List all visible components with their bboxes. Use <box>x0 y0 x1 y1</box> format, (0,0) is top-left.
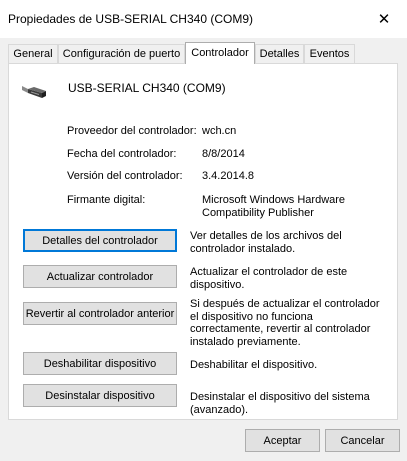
disable-device-description: Deshabilitar el dispositivo. <box>190 359 318 371</box>
version-label: Versión del controlador: <box>67 170 183 182</box>
accept-button[interactable]: Aceptar <box>245 429 320 452</box>
close-icon: ✕ <box>377 11 391 28</box>
title-bar: Propiedades de USB-SERIAL CH340 (COM9) ✕ <box>0 0 407 38</box>
device-name: USB-SERIAL CH340 (COM9) <box>68 81 226 95</box>
tab-general[interactable]: General <box>8 44 58 63</box>
provider-value: wch.cn <box>202 125 237 137</box>
tab-controlador[interactable]: Controlador <box>185 42 255 64</box>
close-button[interactable]: ✕ <box>361 0 407 38</box>
tab-eventos[interactable]: Eventos <box>304 44 355 63</box>
tab-detalles[interactable]: Detalles <box>255 44 304 63</box>
uninstall-device-button[interactable]: Desinstalar dispositivo <box>23 384 177 407</box>
date-label: Fecha del controlador: <box>67 148 177 160</box>
version-value: 3.4.2014.8 <box>202 170 254 182</box>
date-value: 8/8/2014 <box>202 148 245 160</box>
update-driver-button[interactable]: Actualizar controlador <box>23 265 177 288</box>
usb-cable-icon <box>20 82 48 102</box>
signer-value: Microsoft Windows Hardware Compatibility… <box>202 194 346 219</box>
roll-back-driver-description: Si después de actualizar el controlador … <box>190 298 380 348</box>
driver-details-description: Ver detalles de los archivos del control… <box>190 230 342 255</box>
window-title: Propiedades de USB-SERIAL CH340 (COM9) <box>8 12 253 26</box>
driver-details-button[interactable]: Detalles del controlador <box>23 229 177 252</box>
uninstall-device-description: Desinstalar el dispositivo del sistema (… <box>190 391 370 416</box>
tab-configuracion-de-puerto[interactable]: Configuración de puerto <box>58 44 185 63</box>
roll-back-driver-button[interactable]: Revertir al controlador anterior <box>23 302 177 325</box>
cancel-button[interactable]: Cancelar <box>325 429 400 452</box>
provider-label: Proveedor del controlador: <box>67 125 197 137</box>
update-driver-description: Actualizar el controlador de este dispos… <box>190 266 348 291</box>
disable-device-button[interactable]: Deshabilitar dispositivo <box>23 352 177 375</box>
signer-label: Firmante digital: <box>67 194 146 206</box>
